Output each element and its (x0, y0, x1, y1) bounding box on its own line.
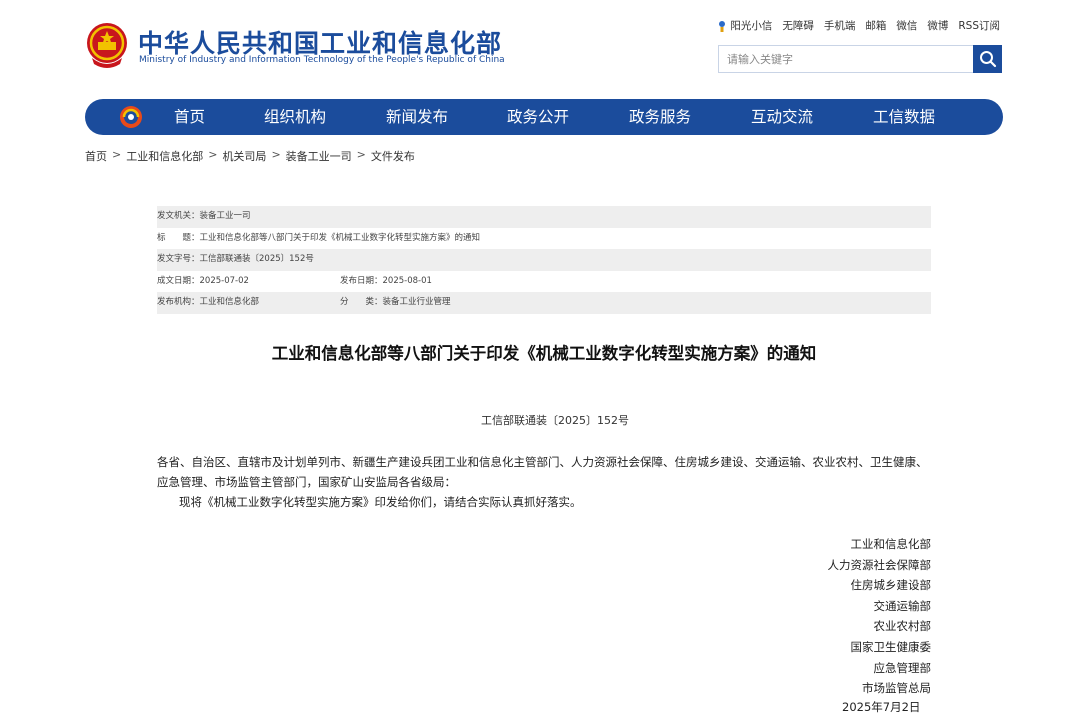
sunshine-mascot-icon (719, 20, 726, 32)
meta-title: 标 题：工业和信息化部等八部门关于印发《机械工业数字化转型实施方案》的通知 (157, 232, 481, 243)
signers-list: 工业和信息化部 人力资源社会保障部 住房城乡建设部 交通运输部 农业农村部 国家… (828, 534, 932, 699)
breadcrumb-separator: > (271, 148, 281, 161)
search-button[interactable] (973, 45, 1002, 73)
meta-row-issuer: 发文机关：装备工业一司 (157, 206, 931, 228)
meta-row-doc-number: 发文字号：工信部联通装〔2025〕152号 (157, 249, 931, 271)
top-link-wechat[interactable]: 微信 (896, 18, 917, 33)
meta-issuer: 发文机关：装备工业一司 (157, 211, 251, 221)
search-input[interactable] (718, 45, 973, 73)
breadcrumb-home[interactable]: 首页 (85, 148, 107, 164)
article-doc-number: 工信部联通装〔2025〕152号 (481, 414, 629, 427)
breadcrumb-departments[interactable]: 机关司局 (222, 148, 266, 164)
nav-item-interaction[interactable]: 互动交流 (751, 99, 813, 135)
search-icon (979, 51, 996, 68)
meta-doc-number: 发文字号：工信部联通装〔2025〕152号 (157, 254, 314, 265)
top-link-sunshine[interactable]: 阳光小信 (716, 18, 772, 33)
article-addressees: 各省、自治区、直辖市及计划单列市、新疆生产建设兵团工业和信息化主管部门、人力资源… (157, 455, 928, 489)
top-link-accessibility[interactable]: 无障碍 (782, 18, 814, 33)
signer: 工业和信息化部 (850, 537, 932, 551)
main-nav: 首页 组织机构 新闻发布 政务公开 政务服务 互动交流 工信数据 (85, 99, 1003, 135)
breadcrumb-separator: > (356, 148, 366, 161)
breadcrumb-documents[interactable]: 文件发布 (371, 148, 415, 164)
national-emblem-icon[interactable] (86, 22, 128, 68)
article-body: 现将《机械工业数字化转型实施方案》印发给你们，请结合实际认真抓好落实。 (179, 495, 582, 509)
top-link-mobile[interactable]: 手机端 (824, 18, 856, 33)
meta-published-date: 发布日期：2025-08-01 (340, 275, 432, 286)
miit-logo-icon[interactable] (119, 105, 143, 129)
meta-created-date: 成文日期：2025-07-02 (157, 275, 249, 286)
nav-item-government-services[interactable]: 政务服务 (629, 99, 691, 135)
nav-item-data[interactable]: 工信数据 (873, 99, 935, 135)
top-link-mail[interactable]: 邮箱 (865, 18, 886, 33)
site-title-english: Ministry of Industry and Information Tec… (139, 55, 505, 65)
signer: 市场监管总局 (862, 681, 931, 696)
top-links: 阳光小信 无障碍 手机端 邮箱 微信 微博 RSS订阅 (716, 18, 1000, 33)
breadcrumb-separator: > (208, 148, 218, 161)
nav-item-home[interactable]: 首页 (174, 99, 205, 135)
breadcrumb-separator: > (112, 148, 122, 161)
top-link-rss[interactable]: RSS订阅 (958, 18, 1000, 33)
nav-item-news[interactable]: 新闻发布 (386, 99, 448, 135)
top-link-label: 阳光小信 (730, 20, 773, 32)
breadcrumb-equipment-dept[interactable]: 装备工业一司 (286, 148, 352, 164)
meta-row-dates: 成文日期：2025-07-02 发布日期：2025-08-01 (157, 271, 931, 293)
meta-category: 分 类：装备工业行业管理 (340, 297, 451, 308)
signing-date: 2025年7月2日 (842, 700, 921, 714)
signer: 农业农村部 (873, 619, 932, 634)
meta-row-publisher: 发布机构：工业和信息化部 分 类：装备工业行业管理 (157, 292, 931, 314)
site-header: 中华人民共和国工业和信息化部 Ministry of Industry and … (0, 0, 1080, 95)
document-meta-table: 发文机关：装备工业一司 标 题：工业和信息化部等八部门关于印发《机械工业数字化转… (157, 206, 931, 314)
top-link-weibo[interactable]: 微博 (927, 18, 948, 33)
nav-item-organization[interactable]: 组织机构 (264, 99, 326, 135)
signer: 人力资源社会保障部 (827, 557, 932, 572)
article-title: 工业和信息化部等八部门关于印发《机械工业数字化转型实施方案》的通知 (271, 344, 817, 363)
signer: 交通运输部 (873, 598, 932, 613)
meta-publisher: 发布机构：工业和信息化部 (157, 297, 260, 308)
breadcrumb: 首页 > 工业和信息化部 > 机关司局 > 装备工业一司 > 文件发布 (85, 148, 415, 164)
nav-item-government-affairs[interactable]: 政务公开 (507, 99, 569, 135)
meta-row-title: 标 题：工业和信息化部等八部门关于印发《机械工业数字化转型实施方案》的通知 (157, 228, 931, 250)
breadcrumb-ministry[interactable]: 工业和信息化部 (126, 148, 203, 164)
signer: 国家卫生健康委 (850, 639, 932, 654)
signer: 应急管理部 (873, 660, 932, 675)
signer: 住房城乡建设部 (850, 578, 932, 593)
